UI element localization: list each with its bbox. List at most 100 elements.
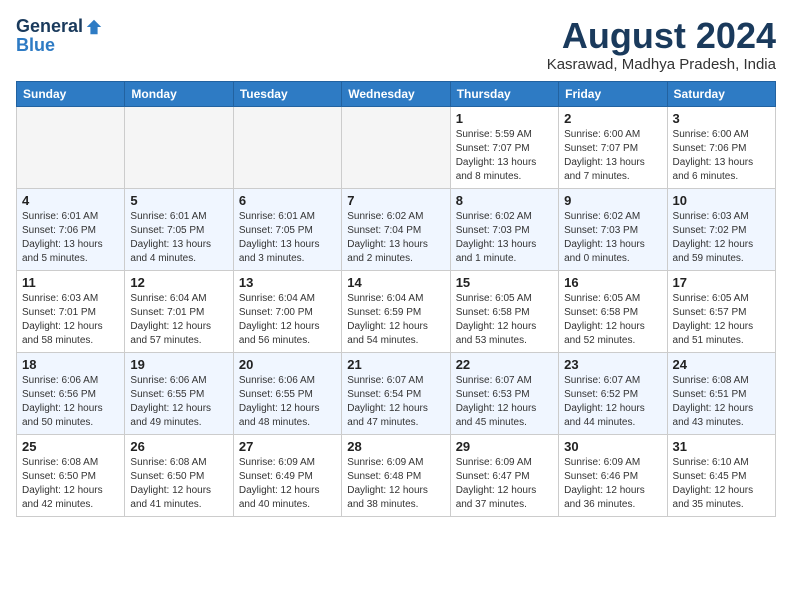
calendar-cell: 9Sunrise: 6:02 AM Sunset: 7:03 PM Daylig… [559,188,667,270]
day-info: Sunrise: 6:09 AM Sunset: 6:49 PM Dayligh… [239,456,336,512]
day-number: 14 [347,275,444,290]
day-number: 10 [673,193,770,208]
calendar-cell: 14 Sunrise: 6:04 AM Sunset: 6:59 PM Dayli… [342,270,450,352]
day-info: Sunrise: 6:05 AM Sunset: 6:58 PM Dayligh… [564,292,661,348]
day-number: 30 [564,439,661,454]
day-info: Sunrise: 6:09 AM Sunset: 6:48 PM Dayligh… [347,456,444,512]
calendar-cell: 4 Sunrise: 6:01 AM Sunset: 7:06 PM Daylig… [17,188,125,270]
calendar-cell: 31Sunrise: 6:10 AM Sunset: 6:45 PM Dayli… [667,434,775,516]
day-number: 18 [22,357,119,372]
day-info: Sunrise: 6:03 AM Sunset: 7:02 PM Dayligh… [673,210,770,266]
calendar-cell: 18 Sunrise: 6:06 AM Sunset: 6:56 PM Dayli… [17,352,125,434]
day-info: Sunrise: 6:08 AM Sunset: 6:51 PM Dayligh… [673,374,770,430]
day-info: Sunrise: 6:07 AM Sunset: 6:53 PM Dayligh… [456,374,553,430]
weekday-header-wednesday: Wednesday [342,81,450,106]
weekday-header-tuesday: Tuesday [233,81,341,106]
calendar-week-row: 25 Sunrise: 6:08 AM Sunset: 6:50 PM Dayli… [17,434,776,516]
day-info: Sunrise: 6:06 AM Sunset: 6:55 PM Dayligh… [130,374,227,430]
logo-icon [85,18,103,36]
calendar-cell [342,106,450,188]
day-number: 20 [239,357,336,372]
day-number: 2 [564,111,661,126]
day-number: 17 [673,275,770,290]
calendar-cell: 5Sunrise: 6:01 AM Sunset: 7:05 PM Daylig… [125,188,233,270]
calendar-cell: 23 Sunrise: 6:07 AM Sunset: 6:52 PM Dayli… [559,352,667,434]
day-info: Sunrise: 6:07 AM Sunset: 6:54 PM Dayligh… [347,374,444,430]
day-number: 13 [239,275,336,290]
day-info: Sunrise: 6:04 AM Sunset: 6:59 PM Dayligh… [347,292,444,348]
calendar-cell: 25 Sunrise: 6:08 AM Sunset: 6:50 PM Dayli… [17,434,125,516]
calendar-week-row: 1Sunrise: 5:59 AM Sunset: 7:07 PM Daylig… [17,106,776,188]
day-info: Sunrise: 6:06 AM Sunset: 6:55 PM Dayligh… [239,374,336,430]
day-number: 9 [564,193,661,208]
calendar-cell: 20 Sunrise: 6:06 AM Sunset: 6:55 PM Dayli… [233,352,341,434]
day-number: 19 [130,357,227,372]
day-number: 26 [130,439,227,454]
weekday-header-sunday: Sunday [17,81,125,106]
day-info: Sunrise: 6:01 AM Sunset: 7:05 PM Dayligh… [239,210,336,266]
calendar-week-row: 18 Sunrise: 6:06 AM Sunset: 6:56 PM Dayli… [17,352,776,434]
day-info: Sunrise: 6:07 AM Sunset: 6:52 PM Dayligh… [564,374,661,430]
calendar-cell: 8 Sunrise: 6:02 AM Sunset: 7:03 PM Daylig… [450,188,558,270]
day-info: Sunrise: 5:59 AM Sunset: 7:07 PM Dayligh… [456,128,553,184]
calendar-cell: 11 Sunrise: 6:03 AM Sunset: 7:01 PM Dayli… [17,270,125,352]
day-info: Sunrise: 6:05 AM Sunset: 6:58 PM Dayligh… [456,292,553,348]
calendar-cell: 17 Sunrise: 6:05 AM Sunset: 6:57 PM Dayli… [667,270,775,352]
calendar-cell: 27Sunrise: 6:09 AM Sunset: 6:49 PM Dayli… [233,434,341,516]
logo: General Blue [16,16,103,56]
logo-general: General [16,16,83,37]
location-subtitle: Kasrawad, Madhya Pradesh, India [547,56,776,73]
calendar-week-row: 4 Sunrise: 6:01 AM Sunset: 7:06 PM Daylig… [17,188,776,270]
day-number: 6 [239,193,336,208]
day-info: Sunrise: 6:04 AM Sunset: 7:01 PM Dayligh… [130,292,227,348]
calendar-cell: 28Sunrise: 6:09 AM Sunset: 6:48 PM Dayli… [342,434,450,516]
calendar-cell: 26 Sunrise: 6:08 AM Sunset: 6:50 PM Dayli… [125,434,233,516]
calendar-cell: 10 Sunrise: 6:03 AM Sunset: 7:02 PM Dayli… [667,188,775,270]
day-number: 25 [22,439,119,454]
calendar-table: SundayMondayTuesdayWednesdayThursdayFrid… [16,81,776,517]
calendar-cell: 21 Sunrise: 6:07 AM Sunset: 6:54 PM Dayli… [342,352,450,434]
day-number: 11 [22,275,119,290]
calendar-cell: 16Sunrise: 6:05 AM Sunset: 6:58 PM Dayli… [559,270,667,352]
calendar-week-row: 11 Sunrise: 6:03 AM Sunset: 7:01 PM Dayli… [17,270,776,352]
day-info: Sunrise: 6:01 AM Sunset: 7:06 PM Dayligh… [22,210,119,266]
calendar-cell [125,106,233,188]
day-info: Sunrise: 6:06 AM Sunset: 6:56 PM Dayligh… [22,374,119,430]
day-number: 15 [456,275,553,290]
calendar-cell: 15 Sunrise: 6:05 AM Sunset: 6:58 PM Dayli… [450,270,558,352]
weekday-header-friday: Friday [559,81,667,106]
day-info: Sunrise: 6:00 AM Sunset: 7:07 PM Dayligh… [564,128,661,184]
month-year-title: August 2024 [547,16,776,56]
day-number: 4 [22,193,119,208]
day-number: 7 [347,193,444,208]
day-info: Sunrise: 6:00 AM Sunset: 7:06 PM Dayligh… [673,128,770,184]
day-info: Sunrise: 6:03 AM Sunset: 7:01 PM Dayligh… [22,292,119,348]
weekday-header-monday: Monday [125,81,233,106]
calendar-cell: 29Sunrise: 6:09 AM Sunset: 6:47 PM Dayli… [450,434,558,516]
day-number: 12 [130,275,227,290]
weekday-header-thursday: Thursday [450,81,558,106]
calendar-cell: 6 Sunrise: 6:01 AM Sunset: 7:05 PM Daylig… [233,188,341,270]
weekday-header-saturday: Saturday [667,81,775,106]
day-info: Sunrise: 6:04 AM Sunset: 7:00 PM Dayligh… [239,292,336,348]
day-info: Sunrise: 6:08 AM Sunset: 6:50 PM Dayligh… [130,456,227,512]
day-number: 23 [564,357,661,372]
day-number: 22 [456,357,553,372]
weekday-header-row: SundayMondayTuesdayWednesdayThursdayFrid… [17,81,776,106]
day-number: 31 [673,439,770,454]
calendar-cell: 1Sunrise: 5:59 AM Sunset: 7:07 PM Daylig… [450,106,558,188]
calendar-cell: 19 Sunrise: 6:06 AM Sunset: 6:55 PM Dayli… [125,352,233,434]
day-info: Sunrise: 6:08 AM Sunset: 6:50 PM Dayligh… [22,456,119,512]
day-number: 21 [347,357,444,372]
day-number: 8 [456,193,553,208]
day-info: Sunrise: 6:02 AM Sunset: 7:04 PM Dayligh… [347,210,444,266]
calendar-cell [17,106,125,188]
day-info: Sunrise: 6:09 AM Sunset: 6:47 PM Dayligh… [456,456,553,512]
day-number: 24 [673,357,770,372]
logo-blue: Blue [16,35,55,56]
calendar-cell: 7 Sunrise: 6:02 AM Sunset: 7:04 PM Daylig… [342,188,450,270]
day-number: 5 [130,193,227,208]
day-info: Sunrise: 6:02 AM Sunset: 7:03 PM Dayligh… [456,210,553,266]
page-header: General Blue August 2024 Kasrawad, Madhy… [16,16,776,73]
day-info: Sunrise: 6:05 AM Sunset: 6:57 PM Dayligh… [673,292,770,348]
